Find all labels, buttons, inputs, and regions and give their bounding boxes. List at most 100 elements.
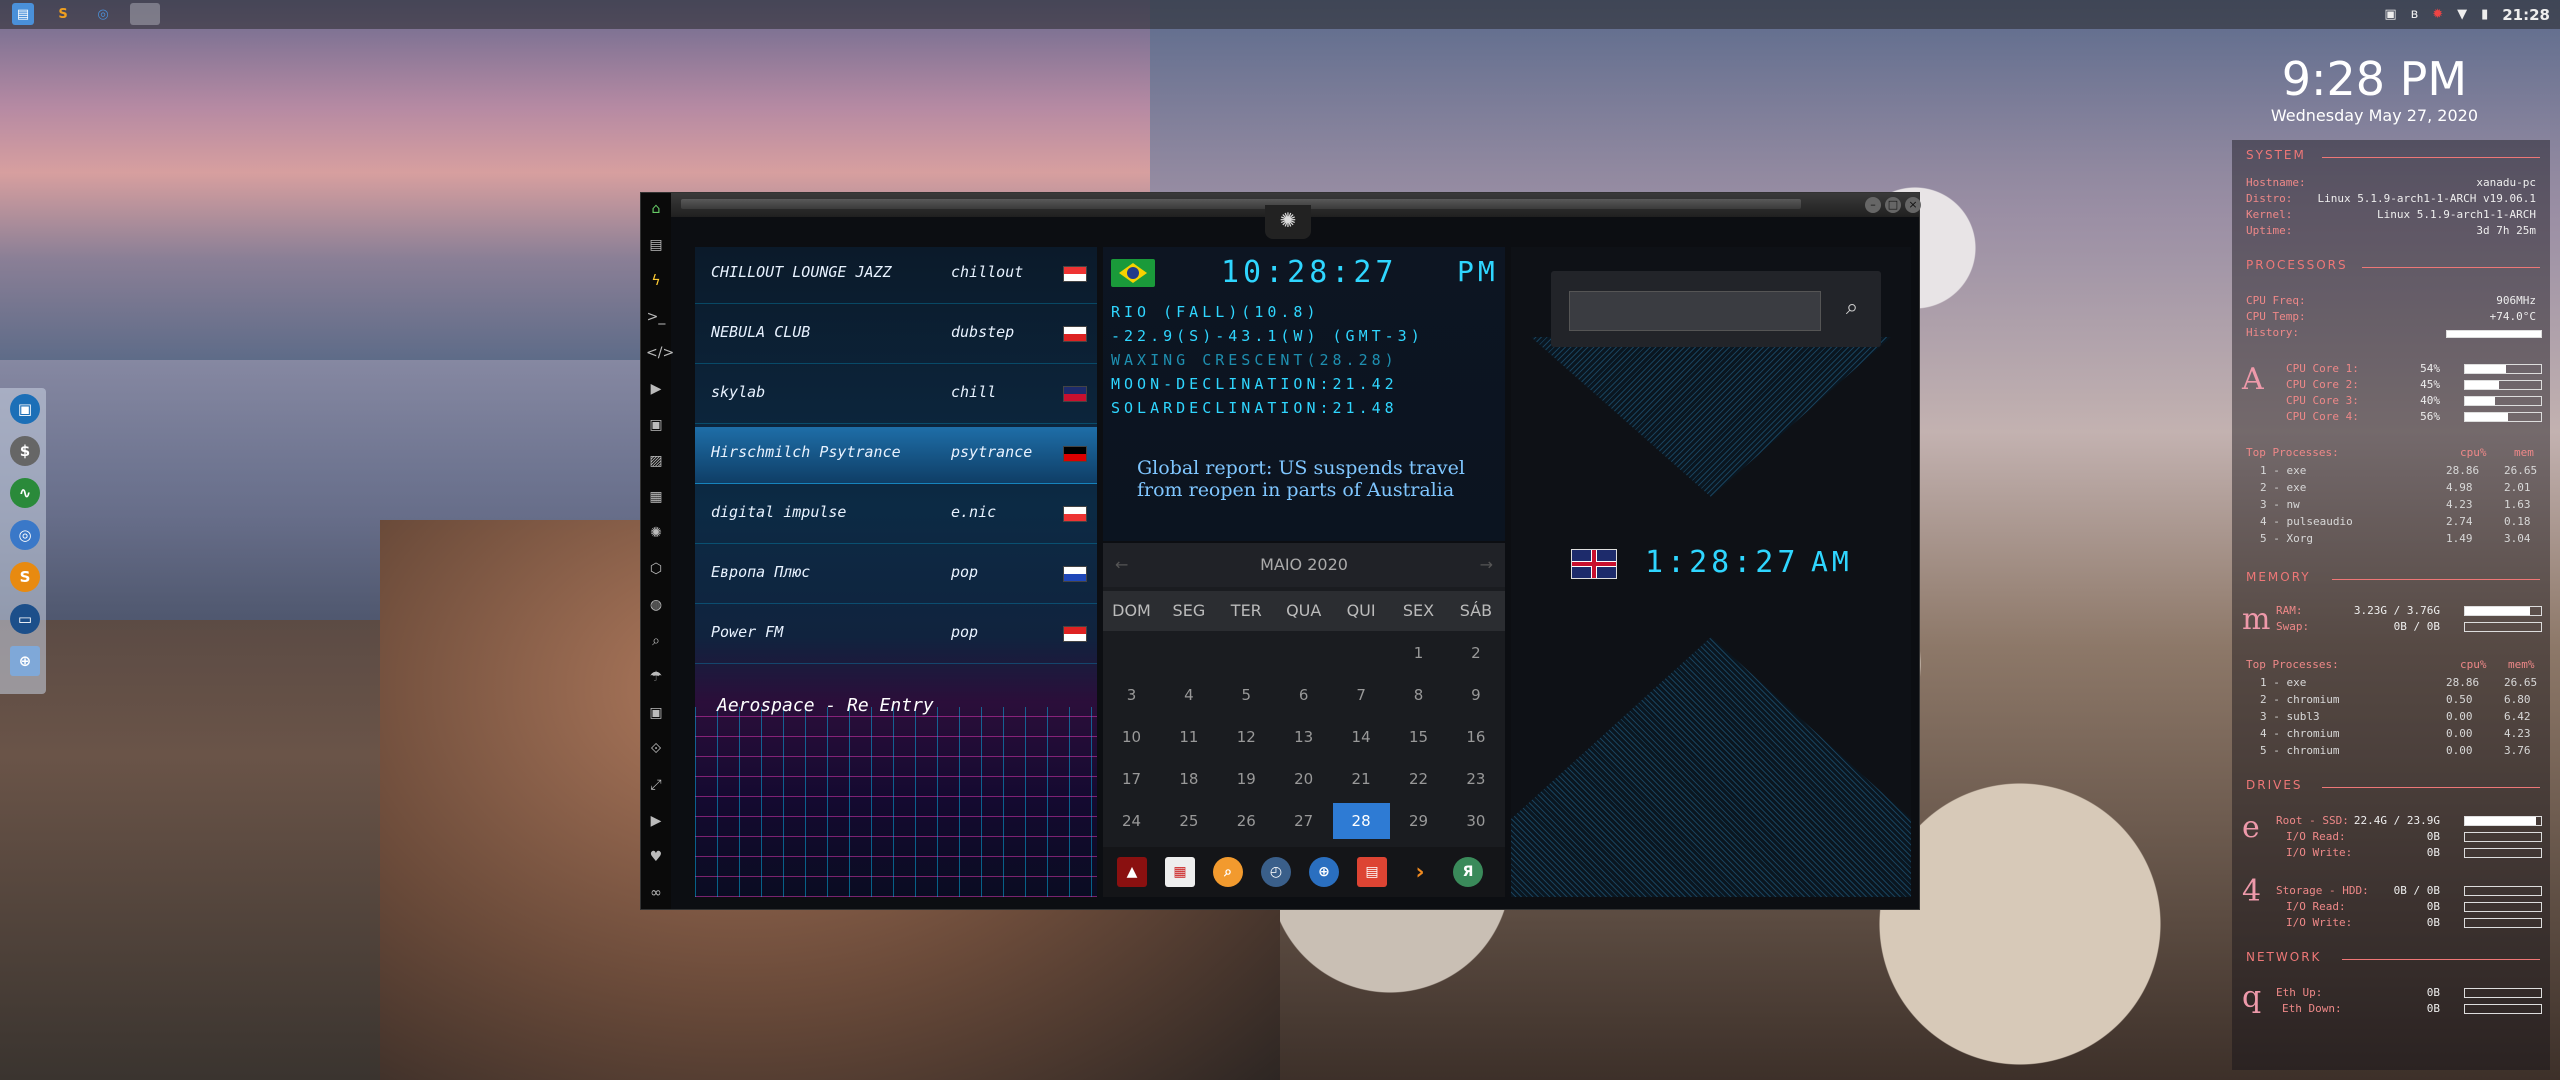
browser-icon[interactable]: ▣	[10, 394, 40, 424]
radio-station-item[interactable]: skylab chill	[695, 367, 1097, 424]
globe-icon[interactable]: ◍	[646, 595, 666, 615]
calendar-day[interactable]: 14	[1333, 719, 1390, 755]
bolt-icon[interactable]: ϟ	[646, 271, 666, 291]
news-icon[interactable]: ▦	[646, 487, 666, 507]
weekday-label: DOM	[1112, 601, 1151, 620]
calendar-day[interactable]: 5	[1218, 677, 1275, 713]
system-tray: ▣ ʙ ✹ ▼ ▮ 21:28	[2384, 0, 2550, 29]
prev-month-button[interactable]: ←	[1115, 543, 1128, 587]
close-button[interactable]: ×	[1905, 197, 1921, 213]
remote-icon[interactable]: ▭	[10, 604, 40, 634]
sublime-icon[interactable]: S	[52, 3, 74, 25]
update-icon[interactable]: ✹	[2432, 7, 2443, 22]
arrow-app-icon[interactable]: ›	[1405, 857, 1435, 887]
weekday-label: SEX	[1402, 601, 1435, 620]
code-icon[interactable]: </>	[646, 343, 674, 363]
calendar-day[interactable]: 25	[1160, 803, 1217, 839]
remote-ampm: AM	[1811, 545, 1853, 578]
calendar-day[interactable]: 18	[1160, 761, 1217, 797]
calendar-day[interactable]: 21	[1333, 761, 1390, 797]
radio-station-item[interactable]: digital impulse e.nic	[695, 487, 1097, 544]
screenshot-icon[interactable]: ▣	[2384, 7, 2396, 22]
chromium-icon[interactable]: ◎	[92, 3, 114, 25]
files-icon[interactable]: ▤	[12, 3, 34, 25]
document-icon[interactable]: ▤	[646, 235, 666, 255]
media-icon[interactable]: ▣	[646, 415, 666, 435]
cpu-core-bar	[2464, 364, 2542, 374]
calendar-day[interactable]: 13	[1275, 719, 1332, 755]
calendar-day[interactable]: 29	[1390, 803, 1447, 839]
news-headline[interactable]: Global report: US suspends travel from r…	[1137, 457, 1505, 501]
radio-station-item[interactable]: Hirschmilch Psytrance psytrance	[695, 427, 1097, 484]
calendar-day[interactable]: 30	[1447, 803, 1504, 839]
home-icon[interactable]: ⌂	[646, 199, 666, 219]
link-icon[interactable]: ⟐	[646, 739, 666, 759]
globe-icon[interactable]: ⊕	[10, 646, 40, 676]
calendar-day[interactable]: 16	[1447, 719, 1504, 755]
calendar-day[interactable]: 10	[1103, 719, 1160, 755]
bluetooth-icon[interactable]: ʙ	[2411, 7, 2419, 22]
calendar-day[interactable]: 3	[1103, 677, 1160, 713]
expand-icon[interactable]: ⤢	[646, 775, 666, 795]
calendar-day[interactable]: 11	[1160, 719, 1217, 755]
rebel-icon[interactable]: ✺	[646, 523, 666, 543]
synthwave-grid	[695, 707, 1097, 897]
storage-write-bar	[2464, 918, 2542, 928]
chromium-icon[interactable]: ◎	[10, 520, 40, 550]
calendar-day[interactable]: 1	[1390, 635, 1447, 671]
next-month-button[interactable]: →	[1480, 543, 1493, 587]
calendar-day[interactable]: 9	[1447, 677, 1504, 713]
youtube-icon[interactable]: ▶	[646, 811, 666, 831]
calendar-day[interactable]: 27	[1275, 803, 1332, 839]
heart-icon[interactable]: ♥	[646, 847, 666, 867]
search-app-icon[interactable]: ⌕	[1213, 857, 1243, 887]
activity-icon[interactable]: ∿	[10, 478, 40, 508]
station-name: skylab	[711, 383, 766, 401]
radio-station-item[interactable]: Европа Плюс pop	[695, 547, 1097, 604]
calendar-day[interactable]: 4	[1160, 677, 1217, 713]
search-box: ⌕	[1551, 271, 1881, 347]
wifi-icon[interactable]: ▼	[2457, 7, 2467, 22]
radio-station-item[interactable]: CHILLOUT LOUNGE JAZZ chillout	[695, 247, 1097, 304]
image-icon[interactable]: ▨	[646, 451, 666, 471]
hexagon-icon[interactable]: ⬡	[646, 559, 666, 579]
maximize-button[interactable]: □	[1885, 197, 1901, 213]
calendar-day[interactable]: 15	[1390, 719, 1447, 755]
search-input[interactable]	[1569, 291, 1821, 331]
calendar-day[interactable]: 20	[1275, 761, 1332, 797]
play-icon[interactable]: ▶	[646, 379, 666, 399]
s-app-icon[interactable]: S	[10, 562, 40, 592]
weekday-label: SEG	[1172, 601, 1206, 620]
arch-app-icon[interactable]: ▲	[1117, 857, 1147, 887]
calendar-day[interactable]: 2	[1447, 635, 1504, 671]
calendar-day[interactable]: 22	[1390, 761, 1447, 797]
radio-station-item[interactable]: NEBULA CLUB dubstep	[695, 307, 1097, 364]
radio-station-item[interactable]: Power FM pop	[695, 607, 1097, 664]
web-app-icon[interactable]: ⊕	[1309, 857, 1339, 887]
calendar-day[interactable]: 28	[1332, 803, 1390, 839]
umbrella-icon[interactable]: ☂	[646, 667, 666, 687]
search-button-icon[interactable]: ⌕	[1837, 293, 1867, 323]
calendar-day[interactable]: 23	[1447, 761, 1504, 797]
planner-app-icon[interactable]: ▤	[1357, 857, 1387, 887]
calendar-day[interactable]: 8	[1390, 677, 1447, 713]
contact-icon[interactable]: ▣	[646, 703, 666, 723]
money-icon[interactable]: $	[10, 436, 40, 466]
calendar-day[interactable]: 24	[1103, 803, 1160, 839]
calendar-day[interactable]: 7	[1333, 677, 1390, 713]
minimize-button[interactable]: –	[1865, 197, 1881, 213]
calendar-day[interactable]: 17	[1103, 761, 1160, 797]
calendar-day[interactable]: 6	[1275, 677, 1332, 713]
battery-icon[interactable]: ▮	[2481, 7, 2488, 22]
clock-app-icon[interactable]: ◴	[1261, 857, 1291, 887]
terminal-icon[interactable]: >_	[646, 307, 666, 327]
search-icon[interactable]: ⌕	[646, 631, 666, 651]
bike-icon[interactable]: ∞	[646, 883, 666, 903]
calendar-day[interactable]: 19	[1218, 761, 1275, 797]
calendar-day[interactable]: 12	[1218, 719, 1275, 755]
workspace-icon[interactable]	[130, 3, 160, 25]
panel-clock[interactable]: 21:28	[2502, 6, 2550, 24]
calendar-app-icon[interactable]: ▦	[1165, 857, 1195, 887]
calendar-day[interactable]: 26	[1218, 803, 1275, 839]
yandex-app-icon[interactable]: Я	[1453, 857, 1483, 887]
